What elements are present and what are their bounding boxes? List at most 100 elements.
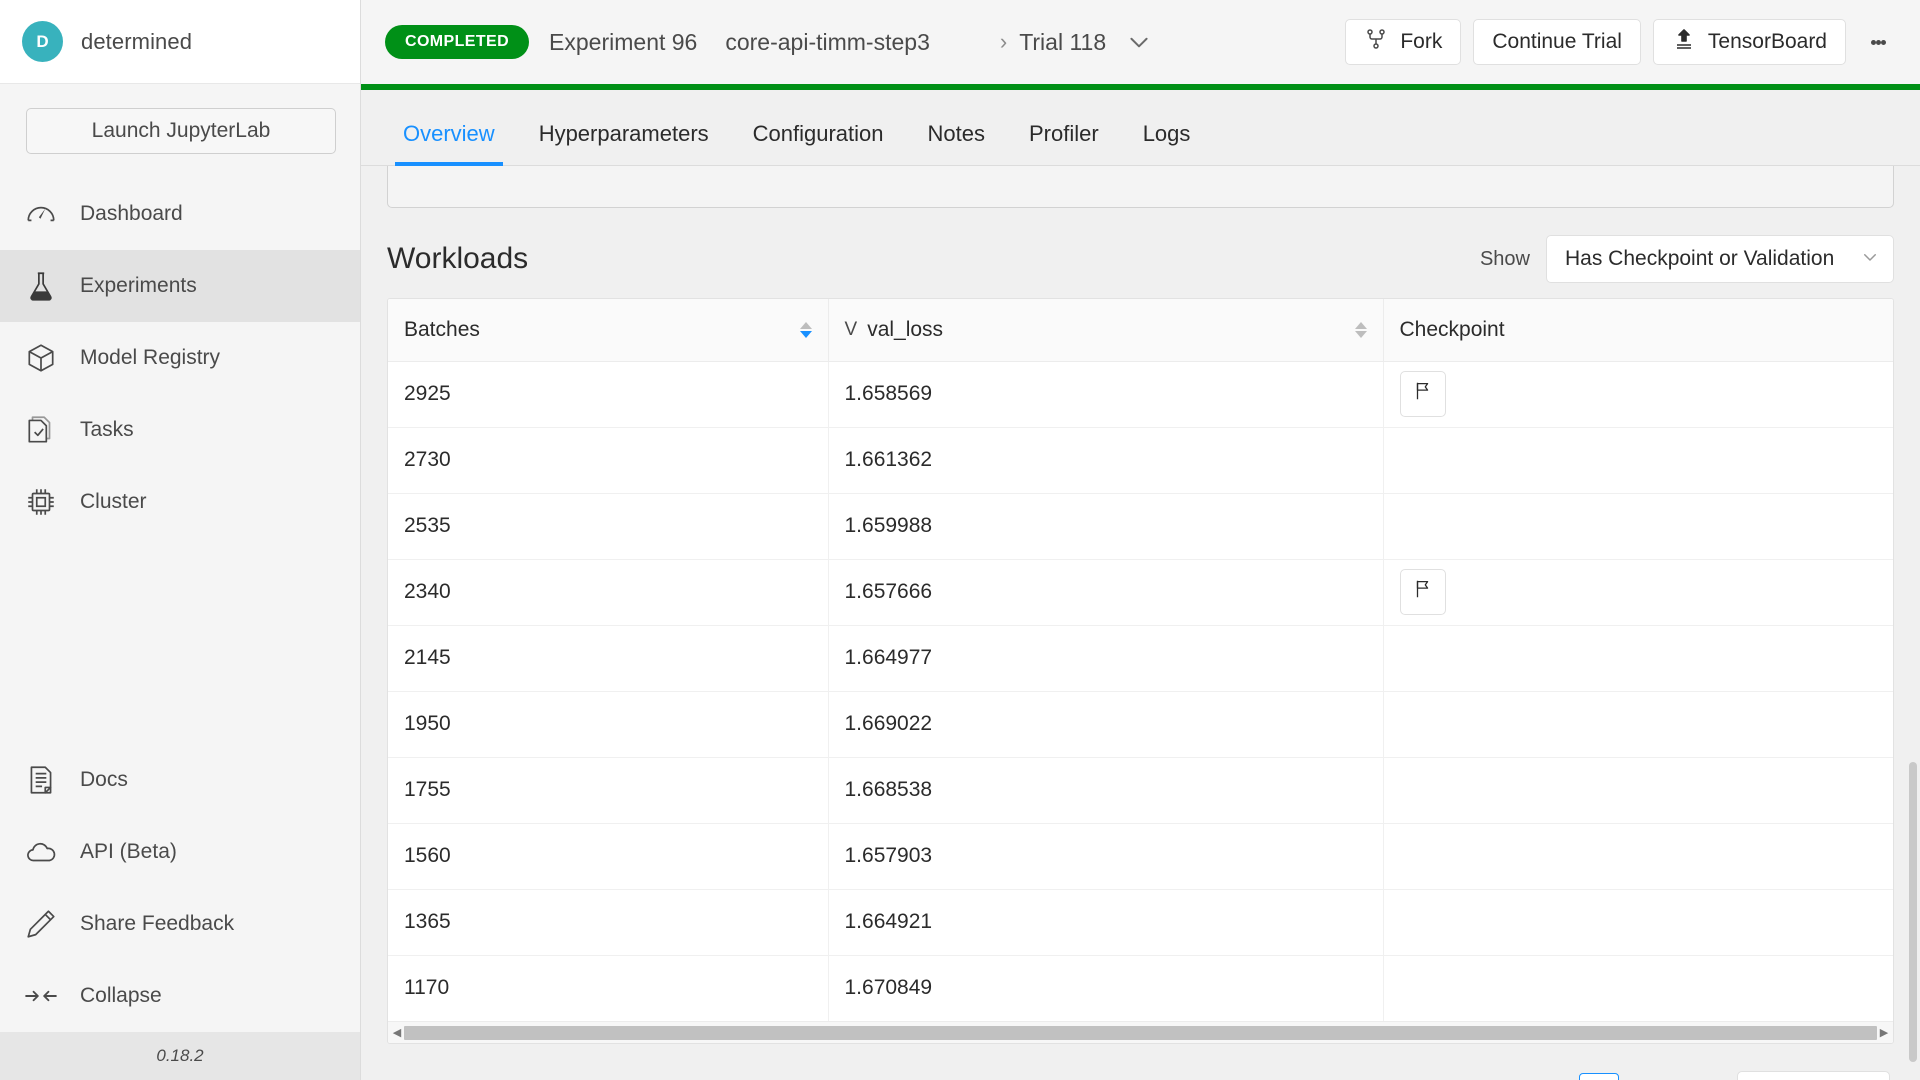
workloads-table: Batches V val_loss Checkpoint 2925 1.658…	[388, 299, 1893, 1021]
pagination-page-2[interactable]: 2	[1629, 1073, 1669, 1080]
tab-hyperparameters[interactable]: Hyperparameters	[517, 121, 731, 165]
cell-val-loss: 1.669022	[828, 691, 1384, 758]
sidebar-item-api[interactable]: API (Beta)	[0, 816, 360, 888]
flag-icon	[1412, 380, 1434, 408]
pagination: ‹ 1 2 › 10 / page	[387, 1066, 1894, 1080]
tab-configuration[interactable]: Configuration	[731, 121, 906, 165]
sidebar-item-label: Cluster	[80, 490, 147, 513]
fork-button[interactable]: Fork	[1345, 19, 1462, 65]
sidebar-item-label: Model Registry	[80, 346, 221, 369]
checkpoint-flag-button[interactable]	[1399, 371, 1446, 417]
header-actions: Fork Continue Trial TensorBoard	[1345, 19, 1898, 65]
table-row[interactable]: 1755 1.668538	[388, 757, 1893, 824]
tensorboard-button-label: TensorBoard	[1707, 30, 1827, 53]
table-row[interactable]: 1560 1.657903	[388, 823, 1893, 890]
pagination-page-1[interactable]: 1	[1578, 1073, 1619, 1080]
continue-trial-button-label: Continue Trial	[1492, 30, 1622, 53]
tab-overview[interactable]: Overview	[381, 121, 517, 166]
workload-filter-value: Has Checkpoint or Validation	[1565, 247, 1835, 270]
sidebar-item-cluster[interactable]: Cluster	[0, 466, 360, 538]
table-row[interactable]: 1950 1.669022	[388, 691, 1893, 758]
vertical-scrollbar[interactable]	[1905, 332, 1917, 1062]
vertical-scrollbar-thumb[interactable]	[1909, 762, 1917, 1062]
filter-controls: Show Has Checkpoint or Validation	[1480, 235, 1894, 283]
tensorboard-button[interactable]: TensorBoard	[1652, 19, 1846, 65]
sort-toggle-batches[interactable]	[799, 321, 812, 338]
validation-metric-prefix: V	[844, 318, 858, 340]
chevron-down-icon	[1861, 248, 1879, 271]
status-badge: COMPLETED	[385, 25, 530, 59]
avatar: D	[22, 21, 63, 62]
tab-notes[interactable]: Notes	[906, 121, 1007, 165]
table-row[interactable]: 2145 1.664977	[388, 625, 1893, 692]
sidebar-item-label: Docs	[80, 768, 128, 791]
scroll-right-icon[interactable]: ▶	[1877, 1026, 1891, 1039]
cell-checkpoint	[1383, 955, 1893, 1021]
cell-checkpoint	[1383, 361, 1893, 428]
column-header-val-loss[interactable]: V val_loss	[828, 299, 1384, 362]
launch-jupyterlab-button[interactable]: Launch JupyterLab	[26, 108, 336, 154]
fork-icon	[1364, 27, 1388, 57]
tasks-check-icon	[24, 413, 58, 447]
cell-val-loss: 1.657666	[828, 559, 1384, 626]
collapse-arrows-icon	[24, 979, 58, 1013]
horizontal-scrollbar[interactable]: ◀ ▶	[388, 1021, 1893, 1043]
sidebar-item-collapse[interactable]: Collapse	[0, 960, 360, 1032]
column-header-batches[interactable]: Batches	[388, 299, 829, 362]
fork-button-label: Fork	[1400, 30, 1443, 53]
flag-icon	[1412, 578, 1434, 606]
cell-val-loss: 1.664921	[828, 889, 1384, 956]
sidebar-item-share-feedback[interactable]: Share Feedback	[0, 888, 360, 960]
sidebar-item-label: Share Feedback	[80, 912, 235, 935]
cell-batches: 2535	[388, 493, 829, 560]
table-row[interactable]: 2535 1.659988	[388, 493, 1893, 560]
workloads-header: Workloads Show Has Checkpoint or Validat…	[387, 234, 1894, 284]
brand-header[interactable]: D determined	[0, 0, 360, 84]
cell-batches: 1365	[388, 889, 829, 956]
table-row[interactable]: 2730 1.661362	[388, 427, 1893, 494]
checkpoint-flag-button[interactable]	[1399, 569, 1446, 615]
breadcrumb-separator-icon: ›	[999, 29, 1008, 54]
page-size-select[interactable]: 10 / page	[1736, 1071, 1890, 1080]
cell-checkpoint	[1383, 427, 1893, 494]
tab-profiler[interactable]: Profiler	[1007, 121, 1121, 165]
chevron-down-icon[interactable]	[1126, 29, 1152, 55]
cell-batches: 2925	[388, 361, 829, 428]
cell-checkpoint	[1383, 823, 1893, 890]
cell-batches: 2730	[388, 427, 829, 494]
tab-logs[interactable]: Logs	[1121, 121, 1213, 165]
continue-trial-button[interactable]: Continue Trial	[1473, 19, 1641, 65]
cell-val-loss: 1.668538	[828, 757, 1384, 824]
sidebar-item-dashboard[interactable]: Dashboard	[0, 178, 360, 250]
cell-checkpoint	[1383, 889, 1893, 956]
cell-val-loss: 1.664977	[828, 625, 1384, 692]
chip-icon	[24, 485, 58, 519]
table-row[interactable]: 1170 1.670849	[388, 955, 1893, 1021]
table-body: 2925 1.658569 2730 1.661362 2535 1.659988 2340…	[388, 361, 1893, 1021]
show-label: Show	[1479, 247, 1530, 270]
version-label: 0.18.2	[0, 1032, 360, 1080]
sidebar-item-tasks[interactable]: Tasks	[0, 394, 360, 466]
experiment-id-label[interactable]: Experiment 96	[549, 29, 697, 56]
table-row[interactable]: 2340 1.657666	[388, 559, 1893, 626]
scrollbar-thumb[interactable]	[404, 1025, 1877, 1040]
cell-batches: 1170	[388, 955, 829, 1021]
cell-batches: 1755	[388, 757, 829, 824]
overview-panel: Workloads Show Has Checkpoint or Validat…	[361, 166, 1920, 1080]
scroll-left-icon[interactable]: ◀	[390, 1026, 404, 1039]
column-header-checkpoint[interactable]: Checkpoint	[1383, 299, 1893, 362]
sidebar-item-docs[interactable]: Docs	[0, 744, 360, 816]
sidebar-item-label: Experiments	[80, 274, 197, 297]
cell-val-loss: 1.659988	[828, 493, 1384, 560]
sidebar-item-label: Collapse	[80, 984, 162, 1007]
table-row[interactable]: 2925 1.658569	[388, 361, 1893, 428]
sidebar-item-model-registry[interactable]: Model Registry	[0, 322, 360, 394]
chart-card-partial	[387, 166, 1894, 208]
experiment-name-label[interactable]: core-api-timm-step3	[725, 29, 930, 56]
workload-filter-select[interactable]: Has Checkpoint or Validation	[1546, 235, 1894, 283]
kebab-menu-icon[interactable]	[1858, 19, 1898, 65]
sort-toggle-val-loss[interactable]	[1354, 321, 1367, 338]
sidebar-item-experiments[interactable]: Experiments	[0, 250, 360, 322]
trial-label[interactable]: Trial 118	[1019, 29, 1106, 56]
table-row[interactable]: 1365 1.664921	[388, 889, 1893, 956]
